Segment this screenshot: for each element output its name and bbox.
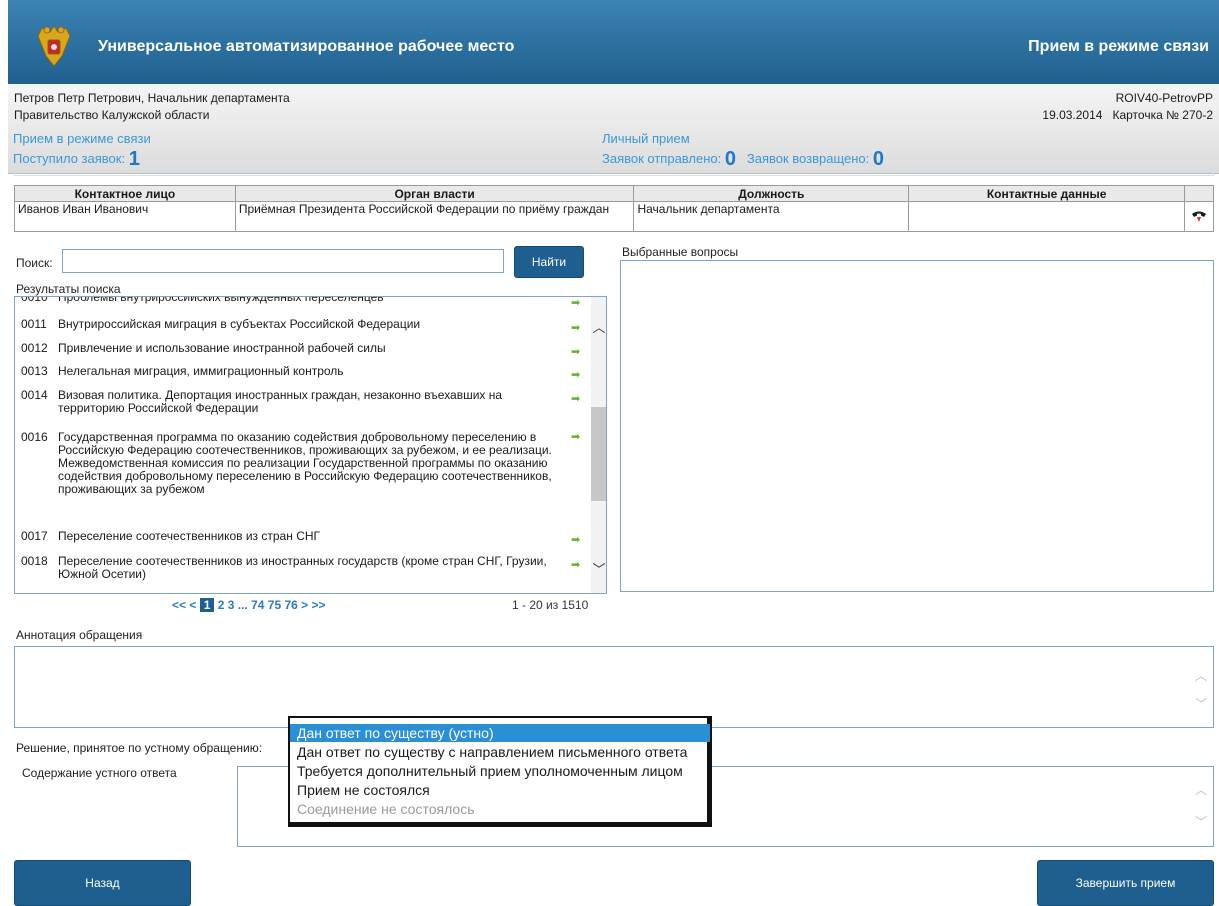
pager-current[interactable]: 1 [199,598,215,612]
contacts-header-row: Контактное лицо Орган власти Должность К… [14,185,1215,202]
personal-reception-link[interactable]: Личный прием [602,131,690,146]
card-number: Карточка № 270-2 [1112,108,1213,122]
app-header: Универсальное автоматизированное рабочее… [8,0,1219,84]
search-results-list[interactable]: 0010 Проблемы внутрироссийских вынужденн… [14,296,607,594]
hangup-phone-icon[interactable] [1191,209,1207,223]
divider [14,172,1214,176]
col-header-authority: Орган власти [234,185,635,202]
dropdown-option-written-answer[interactable]: Дан ответ по существу с направлением пис… [294,743,712,761]
decision-label: Решение, принятое по устному обращению: [16,741,263,755]
add-arrow-icon[interactable]: ➡ [571,345,580,358]
finish-reception-button[interactable]: Завершить прием [1037,860,1214,906]
returned-label: Заявок возвращено: [746,151,870,166]
user-info-bar: Петров Петр Петрович, Начальник департам… [8,84,1219,174]
find-button[interactable]: Найти [514,246,584,278]
chevron-down-icon[interactable]: ﹀ [1195,695,1207,712]
mode-title: Прием в режиме связи [1028,38,1209,55]
user-organization: Правительство Калужской области [14,108,210,122]
pager-last[interactable]: >> [312,598,326,612]
user-login: ROIV40-PetrovPP [1115,91,1213,105]
table-row: Иванов Иван Иванович Приёмная Президента… [14,201,1215,232]
app-title: Универсальное автоматизированное рабочее… [98,38,515,55]
received-count: 1 [128,148,140,170]
search-input[interactable] [62,249,504,273]
add-arrow-icon[interactable]: ➡ [571,558,580,571]
search-label: Поиск: [16,256,53,270]
sent-count: 0 [724,148,737,170]
contacts-table: Контактное лицо Орган власти Должность К… [14,185,1215,232]
dropdown-option-oral-answer[interactable]: Дан ответ по существу (устно) [290,724,710,742]
scroll-down-icon[interactable]: ﹀ [591,559,606,578]
add-arrow-icon[interactable]: ➡ [571,430,580,443]
chevron-up-icon[interactable]: ︿ [1195,781,1207,798]
selected-questions-box[interactable] [620,260,1214,592]
oral-answer-label: Содержание устного ответа [22,766,177,780]
results-scrollbar-thumb[interactable] [591,407,606,501]
col-header-person: Контактное лицо [14,185,236,202]
col-header-position: Должность [633,185,910,202]
pager-prev[interactable]: < [189,598,196,612]
user-name-position: Петров Петр Петрович, Начальник департам… [14,91,290,105]
add-arrow-icon[interactable]: ➡ [571,392,580,405]
chevron-up-icon[interactable]: ︿ [1195,667,1207,684]
scroll-up-icon[interactable]: ︿ [591,317,606,336]
current-date: 19.03.2014 [1042,108,1103,122]
chevron-down-icon[interactable]: ﹀ [1195,813,1207,830]
pager-first[interactable]: << [172,598,186,612]
sent-returned-stat: Заявок отправлено: 0 Заявок возвращено: … [602,148,884,171]
contact-authority: Приёмная Президента Российской Федерации… [234,201,635,232]
dropdown-option-additional-reception[interactable]: Требуется дополнительный прием уполномоч… [294,762,712,780]
russian-coat-of-arms-icon [37,25,71,67]
results-label: Результаты поиска [16,282,121,296]
contact-details [908,201,1185,232]
col-header-contact: Контактные данные [908,185,1185,202]
decision-dropdown-list[interactable]: Дан ответ по существу (устно) Дан ответ … [288,716,712,827]
back-button[interactable]: Назад [14,860,191,906]
dropdown-option-not-held[interactable]: Прием не состоялся [294,781,712,799]
hangup-cell [1183,201,1215,232]
mode-link[interactable]: Прием в режиме связи [13,131,151,146]
add-arrow-icon[interactable]: ➡ [571,368,580,381]
pager-next[interactable]: > [301,598,308,612]
pagination: << < 1 2 3 ... 74 75 76 > >> [172,598,326,612]
selected-questions-label: Выбранные вопросы [622,245,739,259]
pager-pages[interactable]: 2 3 ... 74 75 76 [218,598,298,612]
received-stat: Поступило заявок: 1 [13,148,140,171]
date-card: 19.03.2014 Карточка № 270-2 [1042,108,1213,122]
results-range: 1 - 20 из 1510 [512,598,589,612]
contact-position: Начальник департамента [633,201,910,232]
add-arrow-icon[interactable]: ➡ [571,321,580,334]
dropdown-option-no-connection: Соединение не состоялось [297,801,475,817]
sent-label: Заявок отправлено: [602,151,722,166]
returned-count: 0 [872,148,884,170]
add-arrow-icon[interactable]: ➡ [571,533,580,546]
contact-person: Иванов Иван Иванович [14,201,236,232]
col-header-action [1183,185,1215,202]
add-arrow-icon[interactable]: ➡ [571,297,580,309]
annotation-label: Аннотация обращения [16,628,143,642]
received-label: Поступило заявок: [13,151,126,166]
